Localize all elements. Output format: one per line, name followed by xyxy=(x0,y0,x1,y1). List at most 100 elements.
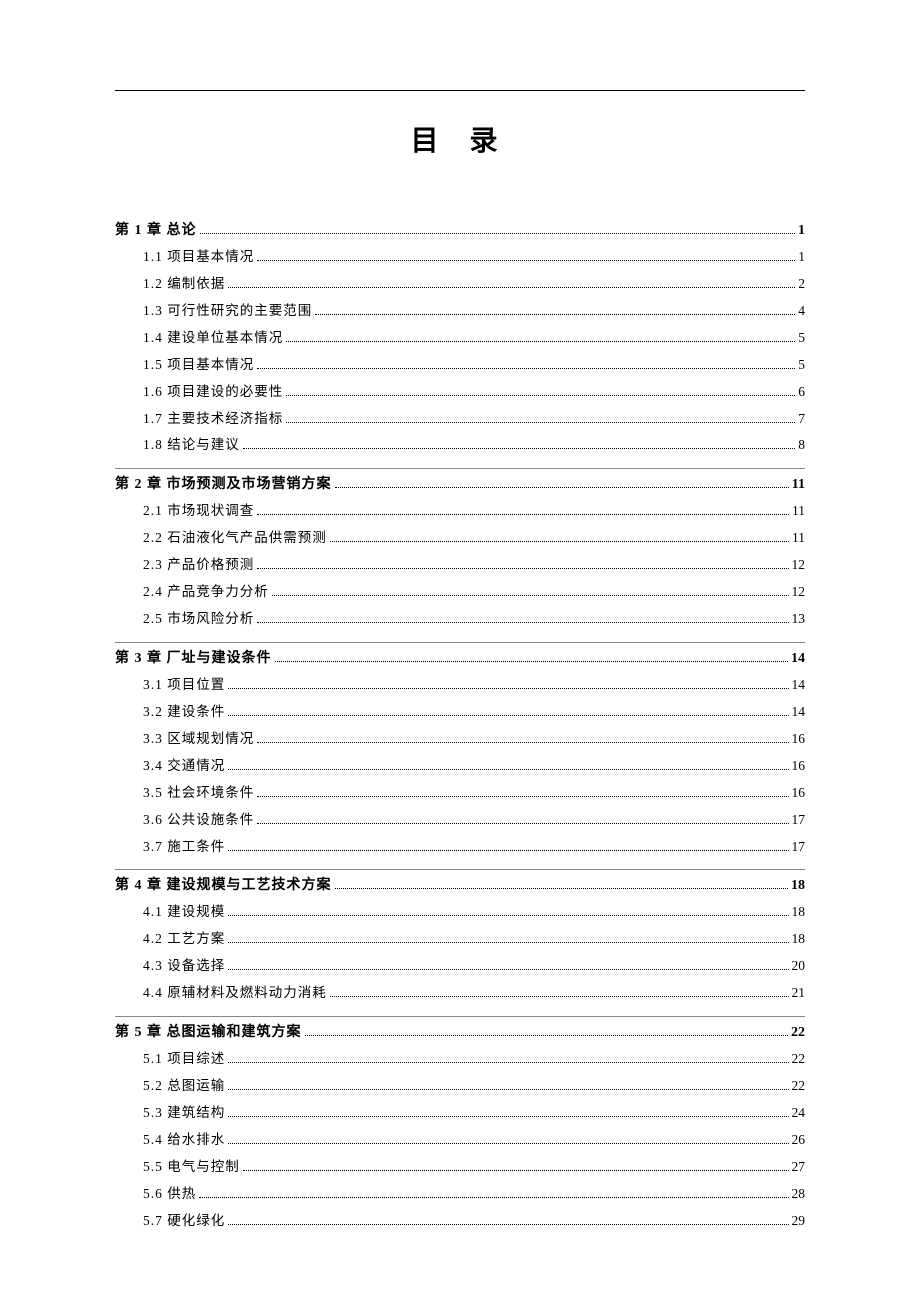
section-page: 7 xyxy=(798,409,805,430)
section-page: 4 xyxy=(798,301,805,322)
toc-section: 1.4 建设单位基本情况 5 xyxy=(115,328,805,349)
toc-chapter: 第 2 章 市场预测及市场营销方案11 xyxy=(115,473,805,493)
chapter-label: 第 4 章 建设规模与工艺技术方案 xyxy=(115,874,332,894)
section-page: 6 xyxy=(798,382,805,403)
section-label: 5.2 总图运输 xyxy=(143,1076,225,1097)
leader-dots xyxy=(228,1089,788,1090)
section-page: 20 xyxy=(792,956,806,977)
leader-dots xyxy=(200,233,796,234)
toc-section: 1.6 项目建设的必要性 6 xyxy=(115,382,805,403)
toc-chapter: 第 1 章 总论1 xyxy=(115,219,805,239)
leader-dots xyxy=(228,969,788,970)
leader-dots xyxy=(286,341,795,342)
toc-group: 第 1 章 总论1 1.1 项目基本情况1 1.2 编制依据 2 1.3 可行性研究的主… xyxy=(115,219,805,469)
leader-dots xyxy=(228,715,788,716)
section-page: 24 xyxy=(792,1103,806,1124)
section-label: 1.5 项目基本情况 xyxy=(143,355,254,376)
chapter-page: 1 xyxy=(798,223,805,239)
leader-dots xyxy=(257,514,789,515)
section-page: 29 xyxy=(792,1211,806,1232)
toc-chapter: 第 5 章 总图运输和建筑方案 22 xyxy=(115,1021,805,1041)
section-label: 5.4 给水排水 xyxy=(143,1130,225,1151)
chapter-page: 18 xyxy=(791,878,805,894)
section-page: 1 xyxy=(798,247,805,268)
leader-dots xyxy=(228,915,788,916)
section-page: 16 xyxy=(792,756,806,777)
section-label: 3.4 交通情况 xyxy=(143,756,225,777)
section-label: 3.7 施工条件 xyxy=(143,837,225,858)
section-page: 11 xyxy=(792,528,805,549)
leader-dots xyxy=(228,1116,788,1117)
section-page: 5 xyxy=(798,328,805,349)
toc-section: 1.8 结论与建议8 xyxy=(115,435,805,456)
leader-dots xyxy=(286,395,795,396)
leader-dots xyxy=(305,1035,789,1036)
leader-dots xyxy=(257,260,795,261)
toc-section: 2.5 市场风险分析13 xyxy=(115,609,805,630)
section-page: 18 xyxy=(792,902,806,923)
toc-section: 4.4 原辅材料及燃料动力消耗21 xyxy=(115,983,805,1004)
toc-section: 2.4 产品竞争力分析12 xyxy=(115,582,805,603)
section-label: 5.3 建筑结构 xyxy=(143,1103,225,1124)
section-label: 3.3 区域规划情况 xyxy=(143,729,254,750)
leader-dots xyxy=(228,942,788,943)
leader-dots xyxy=(228,688,788,689)
leader-dots xyxy=(286,422,795,423)
section-page: 26 xyxy=(792,1130,806,1151)
toc-section: 1.7 主要技术经济指标7 xyxy=(115,409,805,430)
leader-dots xyxy=(272,595,789,596)
section-label: 1.2 编制依据 xyxy=(143,274,225,295)
toc-section: 5.6 供热28 xyxy=(115,1184,805,1205)
table-of-contents: 第 1 章 总论1 1.1 项目基本情况1 1.2 编制依据 2 1.3 可行性研究的主… xyxy=(115,219,805,1244)
leader-dots xyxy=(228,287,795,288)
chapter-label: 第 5 章 总图运输和建筑方案 xyxy=(115,1021,302,1041)
leader-dots xyxy=(228,850,788,851)
section-label: 3.2 建设条件 xyxy=(143,702,225,723)
leader-dots xyxy=(330,541,789,542)
section-page: 13 xyxy=(792,609,806,630)
leader-dots xyxy=(330,996,789,997)
leader-dots xyxy=(315,314,795,315)
section-label: 1.3 可行性研究的主要范围 xyxy=(143,301,312,322)
toc-group: 第 4 章 建设规模与工艺技术方案184.1 建设规模184.2 工艺方案184… xyxy=(115,874,805,1017)
leader-dots xyxy=(243,1170,789,1171)
section-label: 5.6 供热 xyxy=(143,1184,196,1205)
toc-section: 3.5 社会环境条件16 xyxy=(115,783,805,804)
section-label: 1.6 项目建设的必要性 xyxy=(143,382,283,403)
section-page: 2 xyxy=(798,274,805,295)
toc-section: 5.4 给水排水 26 xyxy=(115,1130,805,1151)
toc-section: 3.1 项目位置 14 xyxy=(115,675,805,696)
toc-section: 2.2 石油液化气产品供需预测11 xyxy=(115,528,805,549)
toc-section: 2.1 市场现状调查11 xyxy=(115,501,805,522)
section-page: 12 xyxy=(792,555,806,576)
section-label: 3.1 项目位置 xyxy=(143,675,225,696)
toc-section: 3.4 交通情况 16 xyxy=(115,756,805,777)
leader-dots xyxy=(228,1143,788,1144)
section-label: 5.7 硬化绿化 xyxy=(143,1211,225,1232)
toc-section: 2.3 产品价格预测12 xyxy=(115,555,805,576)
section-label: 4.4 原辅材料及燃料动力消耗 xyxy=(143,983,327,1004)
toc-group: 第 3 章 厂址与建设条件14 3.1 项目位置 14 3.2 建设条件 14 3.3 区… xyxy=(115,647,805,870)
section-page: 14 xyxy=(792,675,806,696)
section-page: 17 xyxy=(792,837,806,858)
toc-chapter: 第 3 章 厂址与建设条件14 xyxy=(115,647,805,667)
chapter-page: 14 xyxy=(791,651,805,667)
leader-dots xyxy=(228,1062,788,1063)
leader-dots xyxy=(199,1197,788,1198)
toc-section: 5.7 硬化绿化 29 xyxy=(115,1211,805,1232)
chapter-page: 22 xyxy=(791,1025,805,1041)
toc-section: 5.5 电气与控制27 xyxy=(115,1157,805,1178)
toc-section: 1.3 可行性研究的主要范围 4 xyxy=(115,301,805,322)
section-label: 2.1 市场现状调查 xyxy=(143,501,254,522)
toc-section: 3.3 区域规划情况16 xyxy=(115,729,805,750)
leader-dots xyxy=(335,487,789,488)
toc-section: 5.2 总图运输22 xyxy=(115,1076,805,1097)
section-page: 14 xyxy=(792,702,806,723)
toc-section: 1.1 项目基本情况1 xyxy=(115,247,805,268)
section-label: 1.4 建设单位基本情况 xyxy=(143,328,283,349)
section-label: 5.1 项目综述 xyxy=(143,1049,225,1070)
section-page: 5 xyxy=(798,355,805,376)
toc-chapter: 第 4 章 建设规模与工艺技术方案 18 xyxy=(115,874,805,894)
section-page: 27 xyxy=(792,1157,806,1178)
header-rule xyxy=(115,90,805,91)
